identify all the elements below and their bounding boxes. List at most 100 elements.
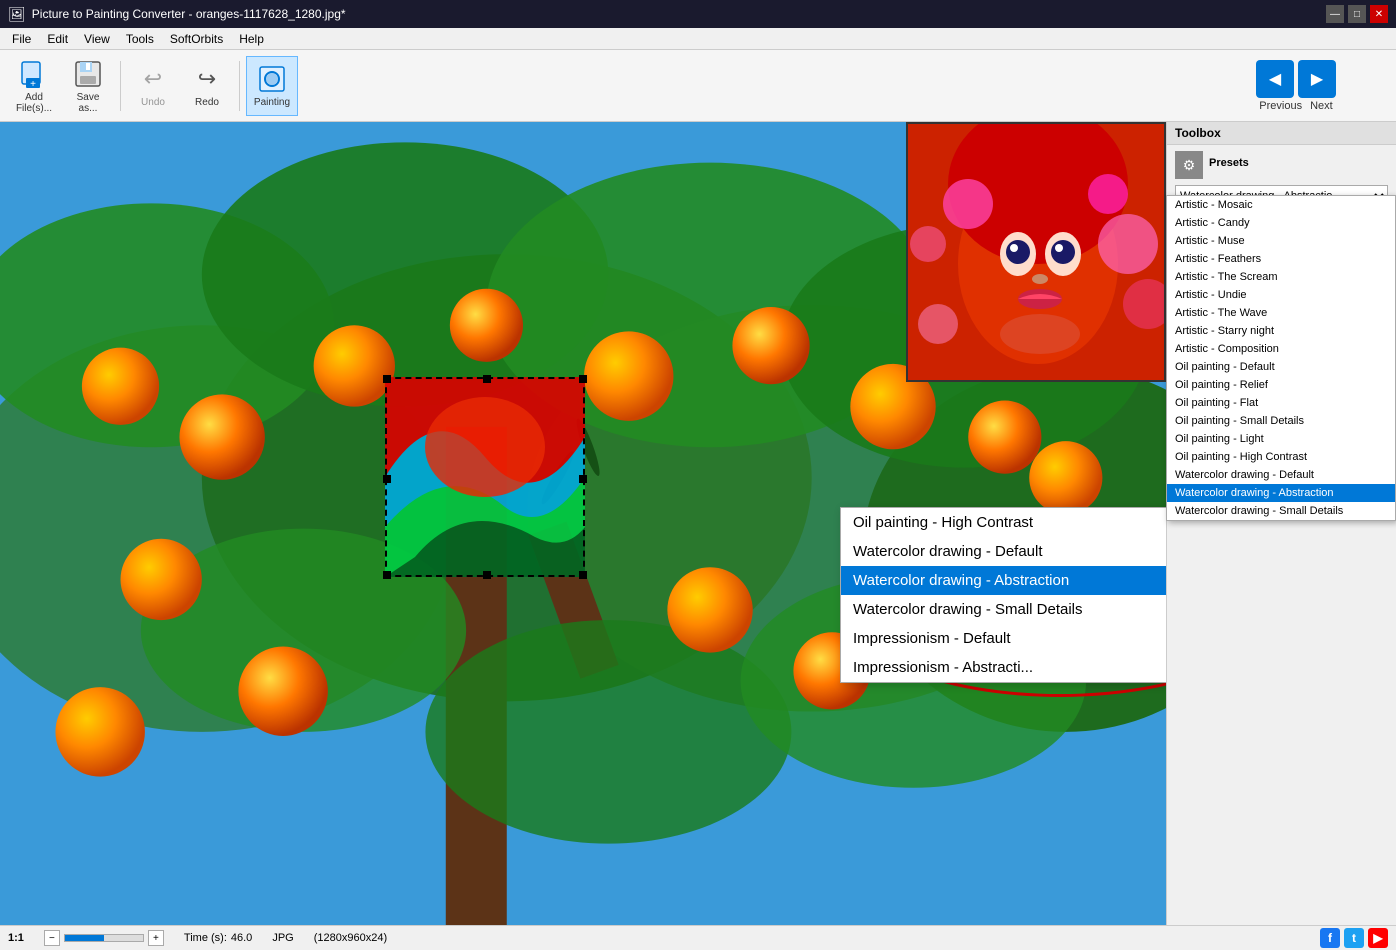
nav-section: ◀ ▶ Previous Next <box>1256 60 1336 112</box>
dropdown-item-0[interactable]: Oil painting - High Contrast <box>841 508 1166 537</box>
twitter-icon[interactable]: t <box>1344 928 1364 948</box>
preview-inset <box>906 122 1166 382</box>
minimize-button[interactable]: — <box>1326 5 1344 23</box>
painting-button[interactable]: Painting <box>246 56 298 116</box>
toolbar: + Add File(s)... Saveas... ↩ Undo ↪ Redo <box>0 50 1396 122</box>
close-button[interactable]: ✕ <box>1370 5 1388 23</box>
social-links: f t ▶ <box>1320 928 1388 948</box>
redo-button[interactable]: ↪ Redo <box>181 56 233 116</box>
dropdown-item-2[interactable]: Watercolor drawing - Abstraction <box>841 566 1166 595</box>
preset-item-8[interactable]: Artistic - Composition <box>1167 340 1395 358</box>
preset-dropdown-overlay[interactable]: Artistic - Mosaic Artistic - Candy Artis… <box>1166 195 1396 521</box>
toolbox-title: Toolbox <box>1175 126 1221 140</box>
presets-icon: ⚙ <box>1175 151 1203 179</box>
menu-file[interactable]: File <box>4 30 39 48</box>
next-arrow-icon: ▶ <box>1311 69 1323 89</box>
dropdown-item-4[interactable]: Impressionism - Default <box>841 624 1166 653</box>
zoom-in-button[interactable]: + <box>148 930 164 946</box>
sel-handle-bl <box>383 571 391 579</box>
menu-bar: File Edit View Tools SoftOrbits Help <box>0 28 1396 50</box>
preset-item-16[interactable]: Watercolor drawing - Abstraction <box>1167 484 1395 502</box>
presets-label: Presets <box>1209 157 1249 169</box>
sel-handle-rm <box>579 475 587 483</box>
next-button[interactable]: ▶ <box>1298 60 1336 98</box>
format-display: JPG <box>272 932 293 944</box>
undo-label: Undo <box>141 97 165 108</box>
toolbar-sep1 <box>120 61 121 111</box>
preset-item-13[interactable]: Oil painting - Light <box>1167 430 1395 448</box>
sel-handle-tm <box>483 375 491 383</box>
zoom-control: 1:1 <box>8 932 24 944</box>
title-bar: 🖼 Picture to Painting Converter - orange… <box>0 0 1396 28</box>
previous-label: Previous <box>1259 100 1302 112</box>
dropdown-item-5[interactable]: Impressionism - Abstracti... <box>841 653 1166 682</box>
dropdown-item-3[interactable]: Watercolor drawing - Small Details <box>841 595 1166 624</box>
toolbar-sep2 <box>239 61 240 111</box>
save-as-label: Saveas... <box>77 92 100 114</box>
painting-label: Painting <box>254 97 290 108</box>
youtube-icon[interactable]: ▶ <box>1368 928 1388 948</box>
dimensions-value: (1280x960x24) <box>314 932 387 944</box>
time-value: 46.0 <box>231 932 252 944</box>
sel-handle-lm <box>383 475 391 483</box>
menu-help[interactable]: Help <box>231 30 272 48</box>
sel-handle-bm <box>483 571 491 579</box>
save-as-button[interactable]: Saveas... <box>62 56 114 116</box>
nav-arrows: ◀ ▶ <box>1256 60 1336 98</box>
expanded-dropdown[interactable]: Oil painting - High Contrast Watercolor … <box>840 507 1166 683</box>
preset-item-11[interactable]: Oil painting - Flat <box>1167 394 1395 412</box>
add-file-label: Add File(s)... <box>16 92 52 114</box>
sel-handle-tl <box>383 375 391 383</box>
previous-button[interactable]: ◀ <box>1256 60 1294 98</box>
zoom-out-button[interactable]: − <box>44 930 60 946</box>
redo-icon: ↪ <box>191 63 223 95</box>
preset-item-3[interactable]: Artistic - Feathers <box>1167 250 1395 268</box>
canvas-area[interactable]: Oil painting - High Contrast Watercolor … <box>0 122 1166 925</box>
maximize-button[interactable]: □ <box>1348 5 1366 23</box>
app-icon: 🖼 <box>8 6 26 23</box>
toolbox-header: Toolbox <box>1167 122 1396 145</box>
preset-item-9[interactable]: Oil painting - Default <box>1167 358 1395 376</box>
selection-box[interactable] <box>385 377 585 577</box>
svg-text:+: + <box>30 79 36 90</box>
preset-item-14[interactable]: Oil painting - High Contrast <box>1167 448 1395 466</box>
status-bar: 1:1 − + Time (s): 46.0 JPG (1280x960x24)… <box>0 925 1396 950</box>
redo-label: Redo <box>195 97 219 108</box>
undo-button[interactable]: ↩ Undo <box>127 56 179 116</box>
menu-edit[interactable]: Edit <box>39 30 76 48</box>
next-label: Next <box>1310 100 1333 112</box>
sel-handle-br <box>579 571 587 579</box>
add-file-icon: + <box>18 58 50 90</box>
dropdown-item-1[interactable]: Watercolor drawing - Default <box>841 537 1166 566</box>
preset-item-7[interactable]: Artistic - Starry night <box>1167 322 1395 340</box>
zoom-slider[interactable] <box>64 934 144 942</box>
menu-softorbits[interactable]: SoftOrbits <box>162 30 231 48</box>
nav-labels: Previous Next <box>1259 100 1332 112</box>
preset-item-6[interactable]: Artistic - The Wave <box>1167 304 1395 322</box>
dimensions-display: (1280x960x24) <box>314 932 387 944</box>
facebook-icon[interactable]: f <box>1320 928 1340 948</box>
format-value: JPG <box>272 932 293 944</box>
preset-item-10[interactable]: Oil painting - Relief <box>1167 376 1395 394</box>
window-title: Picture to Painting Converter - oranges-… <box>32 7 1326 21</box>
add-file-button[interactable]: + Add File(s)... <box>8 56 60 116</box>
zoom-value: 1:1 <box>8 932 24 944</box>
zoom-slider-fill <box>65 935 104 941</box>
preset-item-5[interactable]: Artistic - Undie <box>1167 286 1395 304</box>
preset-item-12[interactable]: Oil painting - Small Details <box>1167 412 1395 430</box>
preset-item-1[interactable]: Artistic - Candy <box>1167 214 1395 232</box>
zoom-buttons: − + <box>44 930 164 946</box>
preset-item-15[interactable]: Watercolor drawing - Default <box>1167 466 1395 484</box>
menu-view[interactable]: View <box>76 30 118 48</box>
save-icon <box>72 58 104 90</box>
menu-tools[interactable]: Tools <box>118 30 162 48</box>
main-content: Oil painting - High Contrast Watercolor … <box>0 122 1396 925</box>
toolbox: Toolbox ⚙ Presets Watercolor drawing - A… <box>1166 122 1396 925</box>
preset-item-17[interactable]: Watercolor drawing - Small Details <box>1167 502 1395 520</box>
prev-arrow-icon: ◀ <box>1269 69 1281 89</box>
preset-item-2[interactable]: Artistic - Muse <box>1167 232 1395 250</box>
sel-handle-tr <box>579 375 587 383</box>
preset-item-4[interactable]: Artistic - The Scream <box>1167 268 1395 286</box>
window-controls: — □ ✕ <box>1326 5 1388 23</box>
preset-item-0[interactable]: Artistic - Mosaic <box>1167 196 1395 214</box>
